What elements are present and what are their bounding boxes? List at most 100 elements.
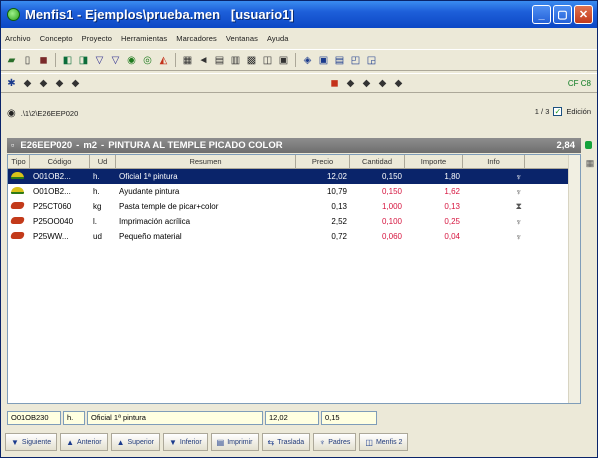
parents-icon: ♆ — [319, 437, 326, 447]
menu-marcadores[interactable]: Marcadores — [176, 34, 217, 43]
col-ud[interactable]: Ud — [90, 155, 116, 168]
nav2-prev-icon[interactable]: ◆ — [360, 77, 373, 90]
user-icon[interactable]: ◈ — [301, 54, 314, 67]
filter-alt-icon[interactable]: ▽ — [109, 54, 122, 67]
side-grid-icon[interactable]: ▦ — [583, 158, 597, 169]
menfis2-button[interactable]: ◫ Menfis 2 — [359, 433, 409, 451]
menu-proyecto[interactable]: Proyecto — [82, 34, 112, 43]
menu-ayuda[interactable]: Ayuda — [267, 34, 289, 43]
worker-hat-icon — [11, 187, 24, 194]
window-icon[interactable]: ▤ — [333, 54, 346, 67]
report-icon[interactable]: ▩ — [245, 54, 258, 67]
row-price: 12,02 — [326, 172, 347, 181]
row-info[interactable]: ⧗ — [463, 201, 525, 212]
open-icon[interactable]: ▰ — [5, 54, 18, 67]
copy-icon[interactable]: ◧ — [61, 54, 74, 67]
edit-label: Edición — [566, 107, 591, 116]
toolbar-right-label[interactable]: CF C8 — [568, 79, 591, 88]
table-row[interactable]: P25OO040 l. Imprimación acrílica 2,52 0,… — [8, 214, 580, 229]
arrow-up-icon: ▲ — [66, 437, 75, 447]
row-type — [8, 232, 30, 241]
edit-price-field[interactable]: 12,02 — [265, 411, 319, 425]
edit-summary-field[interactable]: Oficial 1ª pintura — [87, 411, 263, 425]
nav-first-icon[interactable]: ◆ — [21, 77, 34, 90]
menu-concepto[interactable]: Concepto — [40, 34, 73, 43]
monitor-icon[interactable]: ▣ — [317, 54, 330, 67]
row-info[interactable]: ♆ — [463, 232, 525, 242]
nav2-first-icon[interactable]: ◆ — [344, 77, 357, 90]
edit-checkbox[interactable]: ✓ — [553, 107, 563, 116]
branch-icon[interactable]: ◎ — [141, 54, 154, 67]
table-icon[interactable]: ▥ — [229, 54, 242, 67]
nav2-next-icon[interactable]: ◆ — [376, 77, 389, 90]
col-precio[interactable]: Precio — [296, 155, 350, 168]
color-icon[interactable]: ◼ — [328, 77, 341, 90]
maximize-button[interactable]: ▢ — [553, 5, 572, 24]
table-row[interactable]: P25WW... ud Pequeño material 0,72 0,060 … — [8, 229, 580, 244]
anterior-button[interactable]: ▲ Anterior — [60, 433, 108, 451]
tree-view-icon[interactable]: ✱ — [5, 77, 18, 90]
row-info[interactable]: ♆ — [463, 217, 525, 227]
main-toolbar: ▰ ▯ ◼ ◧ ◨ ▽ ▽ ◉ ◎ ◭ ▦ ◄ ▤ ▥ ▩ ◫ ▣ ◈ ▣ ▤ … — [1, 49, 597, 71]
save-icon[interactable]: ◼ — [37, 54, 50, 67]
col-resumen[interactable]: Resumen — [116, 155, 296, 168]
concept-collapse-icon[interactable]: ▫ — [11, 140, 14, 151]
tree-icon[interactable]: ◉ — [125, 54, 138, 67]
tree-info-icon[interactable]: ♆ — [515, 187, 522, 197]
edit-quantity-field[interactable]: 0,15 — [321, 411, 377, 425]
nav-next-icon[interactable]: ◆ — [53, 77, 66, 90]
edit-unit-field[interactable]: h. — [63, 411, 85, 425]
tree-info-icon[interactable]: ♆ — [515, 232, 522, 242]
binoculars-icon[interactable]: ◉ — [7, 108, 16, 119]
menu-ventanas[interactable]: Ventanas — [226, 34, 258, 43]
minimize-button[interactable]: _ — [532, 5, 551, 24]
main-window: Menfis1 - Ejemplos\prueba.men [usuario1]… — [0, 0, 598, 458]
col-info[interactable]: Info — [463, 155, 525, 168]
new-document-icon[interactable]: ▯ — [21, 54, 34, 67]
siguiente-button[interactable]: ▼ Siguiente — [5, 433, 58, 451]
nav-prev-icon[interactable]: ◆ — [37, 77, 50, 90]
padres-button[interactable]: ♆ Padres — [313, 433, 357, 451]
hourglass-info-icon[interactable]: ⧗ — [516, 201, 522, 211]
row-quantity: 0,150 — [381, 172, 402, 181]
table-row[interactable]: O01OB2... h. Oficial 1ª pintura 12,02 0,… — [8, 169, 580, 184]
imprimir-button[interactable]: ▤ Imprimir — [210, 433, 259, 451]
chart-icon[interactable]: ◭ — [157, 54, 170, 67]
row-info[interactable]: ♆ — [463, 187, 525, 197]
grid-icon[interactable]: ▦ — [181, 54, 194, 67]
path-bar: ◉ .\1\2\E26EEP020 1 / 3 ✓ Edición — [1, 104, 597, 122]
table-row[interactable]: P25CT060 kg Pasta temple de picar+color … — [8, 199, 580, 214]
superior-button[interactable]: ▲ Superior — [110, 433, 160, 451]
panel-icon[interactable]: ◰ — [349, 54, 362, 67]
row-info[interactable]: ♆ — [463, 172, 525, 182]
sort-icon[interactable]: ◄ — [197, 54, 210, 67]
col-importe[interactable]: Importe — [405, 155, 463, 168]
print-preview-icon[interactable]: ▤ — [213, 54, 226, 67]
paste-icon[interactable]: ◨ — [77, 54, 90, 67]
filter-icon[interactable]: ▽ — [93, 54, 106, 67]
layout-icon[interactable]: ◫ — [261, 54, 274, 67]
vertical-scrollbar[interactable] — [568, 155, 580, 403]
grid-header: Tipo Código Ud Resumen Precio Cantidad I… — [8, 155, 580, 169]
table-row[interactable]: O01OB2... h. Ayudante pintura 10,79 0,15… — [8, 184, 580, 199]
inferior-button[interactable]: ▼ Inferior — [162, 433, 208, 451]
navigation-toolbar: ✱ ◆ ◆ ◆ ◆ ◼ ◆ ◆ ◆ ◆ CF C8 — [1, 73, 597, 93]
col-tipo[interactable]: Tipo — [8, 155, 30, 168]
export-icon[interactable]: ◲ — [365, 54, 378, 67]
title-bar[interactable]: Menfis1 - Ejemplos\prueba.men [usuario1]… — [1, 1, 597, 28]
nav2-last-icon[interactable]: ◆ — [392, 77, 405, 90]
traslada-button[interactable]: ⇆ Traslada — [261, 433, 311, 451]
menu-archivo[interactable]: Archivo — [5, 34, 31, 43]
row-quantity: 0,060 — [381, 232, 402, 241]
menu-herramientas[interactable]: Herramientas — [121, 34, 167, 43]
transfer-icon: ⇆ — [267, 437, 275, 447]
calc-icon[interactable]: ▣ — [277, 54, 290, 67]
tree-info-icon[interactable]: ♆ — [515, 172, 522, 182]
tree-info-icon[interactable]: ♆ — [515, 217, 522, 227]
close-button[interactable]: ✕ — [574, 5, 593, 24]
bottom-toolbar: ▼ Siguiente ▲ Anterior ▲ Superior ▼ Inferior… — [1, 431, 597, 453]
col-codigo[interactable]: Código — [30, 155, 90, 168]
col-cantidad[interactable]: Cantidad — [350, 155, 405, 168]
edit-code-field[interactable]: O01OB230 — [7, 411, 61, 425]
nav-last-icon[interactable]: ◆ — [69, 77, 82, 90]
